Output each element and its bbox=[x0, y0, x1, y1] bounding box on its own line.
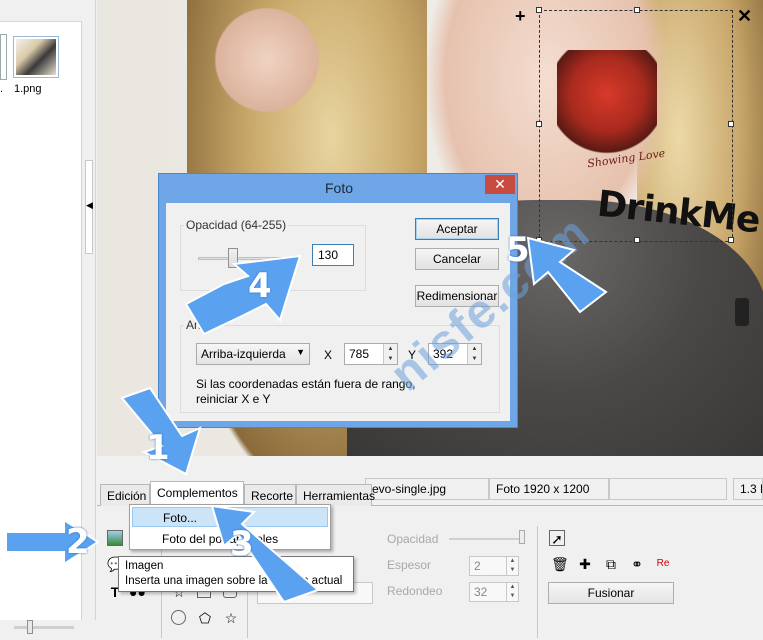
zoom-slider[interactable] bbox=[14, 626, 74, 629]
step-4-arrow bbox=[184, 254, 302, 336]
step-5-arrow bbox=[526, 236, 608, 314]
zoom-slider-thumb[interactable] bbox=[27, 620, 33, 634]
step-5-number: 5 bbox=[506, 230, 530, 270]
step-arrows bbox=[5, 236, 608, 604]
step-4-number: 4 bbox=[248, 266, 272, 306]
step-3-arrow bbox=[210, 504, 320, 604]
step-3-number: 3 bbox=[230, 524, 254, 564]
step-1-number: 1 bbox=[146, 428, 170, 468]
step-2-number: 2 bbox=[66, 522, 90, 562]
